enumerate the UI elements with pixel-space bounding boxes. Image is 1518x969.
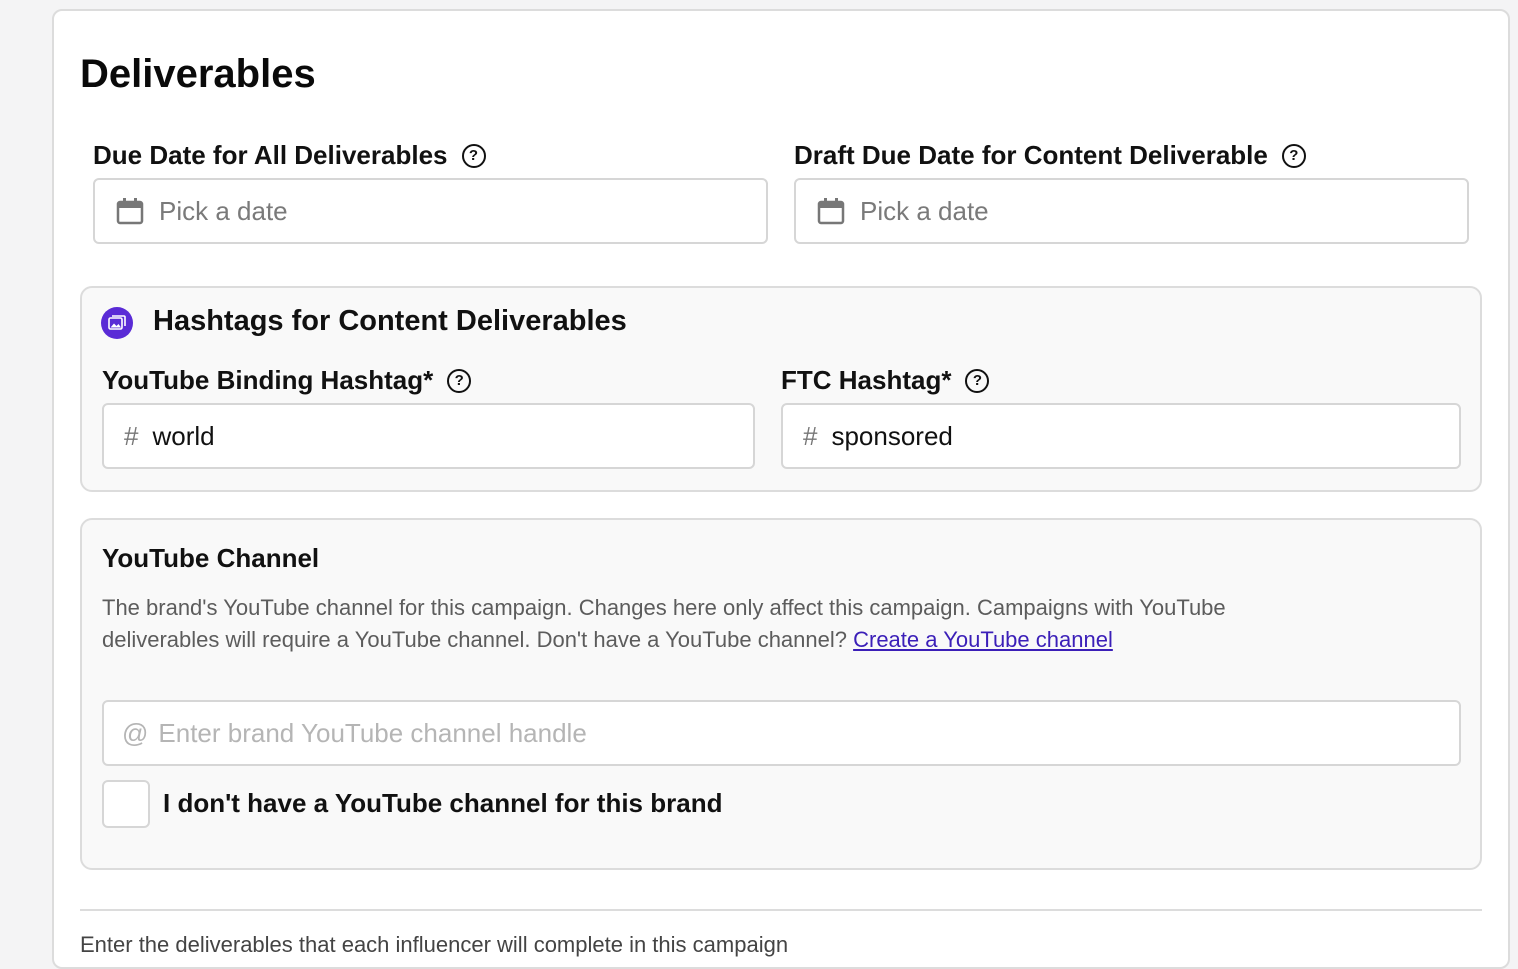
help-icon[interactable]: ? (965, 368, 990, 393)
create-youtube-channel-link[interactable]: Create a YouTube channel (853, 627, 1113, 652)
help-icon[interactable]: ? (1281, 143, 1306, 168)
ftc-hashtag-label-row: FTC Hashtag* ? (781, 365, 990, 396)
image-icon (101, 307, 133, 339)
ftc-hashtag-label: FTC Hashtag* (781, 365, 952, 395)
ftc-hashtag-input[interactable]: # sponsored (781, 403, 1461, 469)
at-icon: @ (122, 717, 149, 748)
due-date-placeholder: Pick a date (159, 195, 288, 226)
youtube-hashtag-label-row: YouTube Binding Hashtag* ? (102, 365, 472, 396)
youtube-handle-placeholder: Enter brand YouTube channel handle (158, 717, 587, 748)
help-icon[interactable]: ? (461, 143, 486, 168)
youtube-hashtag-input[interactable]: # world (102, 403, 755, 469)
help-icon[interactable]: ? (447, 368, 472, 393)
draft-due-date-picker[interactable]: Pick a date (794, 178, 1469, 244)
due-date-label-row: Due Date for All Deliverables ? (93, 140, 486, 171)
youtube-channel-title: YouTube Channel (102, 543, 320, 573)
ftc-hashtag-value: sponsored (831, 420, 953, 451)
divider (80, 909, 1482, 911)
draft-due-date-placeholder: Pick a date (860, 195, 989, 226)
calendar-icon (116, 198, 144, 225)
hash-icon: # (803, 420, 818, 451)
no-youtube-channel-label[interactable]: I don't have a YouTube channel for this … (163, 788, 722, 819)
hashtags-section-title: Hashtags for Content Deliverables (153, 305, 627, 337)
hash-icon: # (124, 420, 139, 451)
draft-due-date-label: Draft Due Date for Content Deliverable (794, 140, 1268, 170)
due-date-picker[interactable]: Pick a date (93, 178, 768, 244)
calendar-icon (817, 198, 845, 225)
due-date-label: Due Date for All Deliverables (93, 140, 448, 170)
youtube-hashtag-value: world (152, 420, 215, 451)
no-youtube-channel-checkbox[interactable] (102, 780, 150, 828)
page-title: Deliverables (80, 52, 316, 96)
youtube-channel-description: The brand's YouTube channel for this cam… (102, 592, 1232, 656)
youtube-hashtag-label: YouTube Binding Hashtag* (102, 365, 434, 395)
youtube-handle-input[interactable]: @ Enter brand YouTube channel handle (102, 700, 1461, 766)
deliverables-intro-text: Enter the deliverables that each influen… (80, 932, 789, 957)
draft-due-date-label-row: Draft Due Date for Content Deliverable ? (794, 140, 1306, 171)
